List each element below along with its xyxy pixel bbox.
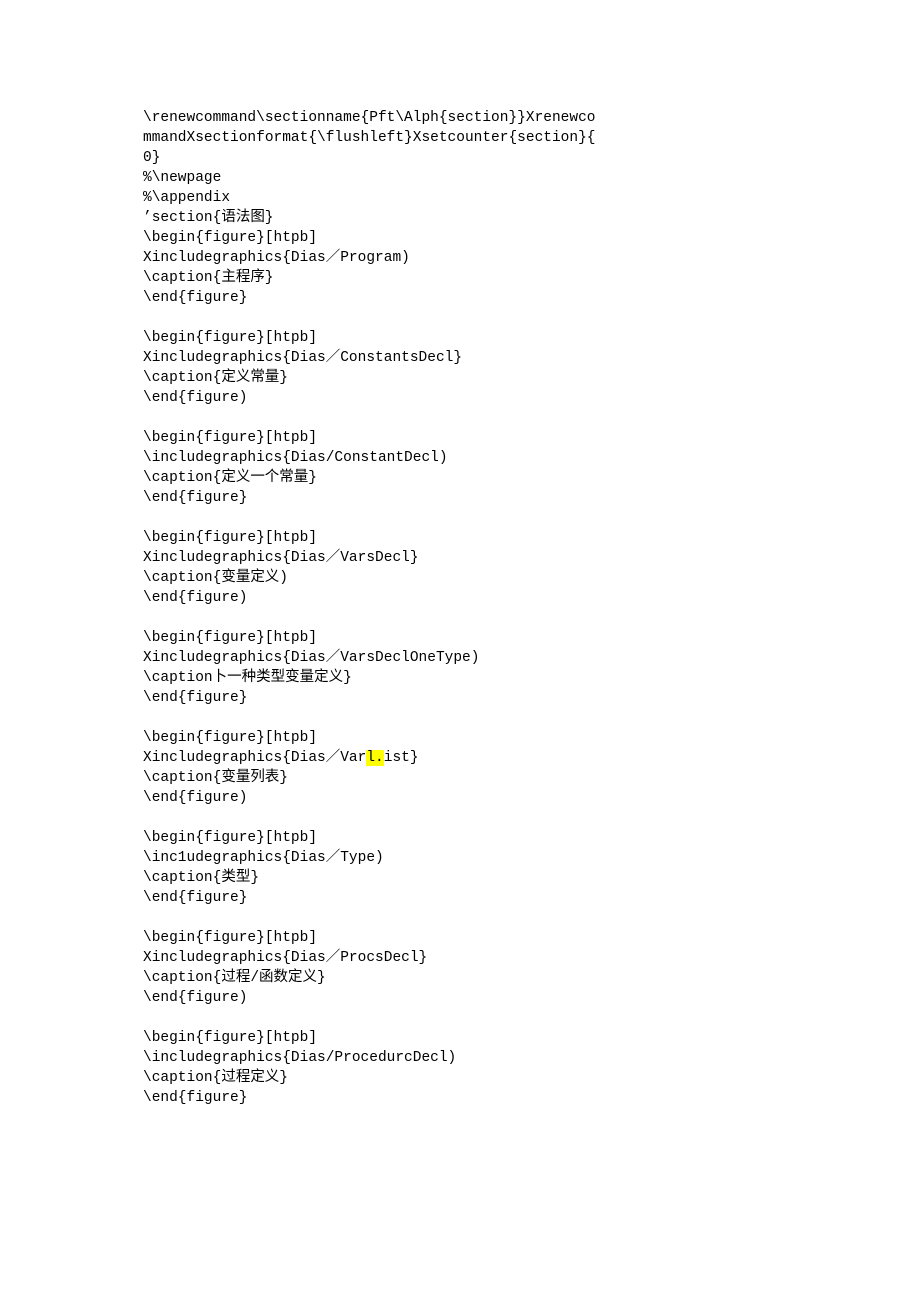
code-block: \begin{figure}[htpb] Xincludegraphics{Dia…	[143, 928, 920, 1008]
code-text: \includegraphics{Dias/ProcedurcDecl)	[143, 1050, 456, 1066]
code-block: \begin{figure}[htpb] \includegraphics{Dia…	[143, 1028, 920, 1108]
code-text: \end{figure}	[143, 290, 247, 306]
code-text: \begin{figure}[htpb]	[143, 230, 317, 246]
code-line: \renewcommand\sectionname{Pft\Alph{secti…	[143, 108, 920, 128]
code-line: \caption{变量列表}	[143, 768, 920, 788]
code-line: Xincludegraphics{Dias／ConstantsDecl}	[143, 348, 920, 368]
code-text: \caption{变量定义)	[143, 570, 288, 586]
code-line: \begin{figure}[htpb]	[143, 628, 920, 648]
code-text: 0}	[143, 150, 160, 166]
code-line: Xincludegraphics{Dias／VarsDeclOneType)	[143, 648, 920, 668]
code-text: \caption{类型}	[143, 870, 259, 886]
code-line: \begin{figure}[htpb]	[143, 328, 920, 348]
code-text: \end{figure)	[143, 790, 247, 806]
code-line: \caption{过程定义}	[143, 1068, 920, 1088]
code-line: \begin{figure}[htpb]	[143, 528, 920, 548]
code-line: mmandXsectionformat{\flushleft}Xsetcount…	[143, 128, 920, 148]
code-line: \caption{类型}	[143, 868, 920, 888]
code-line: \end{figure}	[143, 288, 920, 308]
code-line: Xincludegraphics{Dias／Program)	[143, 248, 920, 268]
code-line: \caption{变量定义)	[143, 568, 920, 588]
code-text: \begin{figure}[htpb]	[143, 730, 317, 746]
code-text: Xincludegraphics{Dias／VarsDecl}	[143, 550, 419, 566]
code-line: \begin{figure}[htpb]	[143, 428, 920, 448]
code-block: \begin{figure}[htpb] Xincludegraphics{Dia…	[143, 328, 920, 408]
code-text: \caption{定义一个常量}	[143, 470, 317, 486]
code-text: \end{figure}	[143, 690, 247, 706]
code-text: \end{figure}	[143, 890, 247, 906]
code-line: \end{figure}	[143, 888, 920, 908]
code-line: \end{figure)	[143, 988, 920, 1008]
code-line: ’section{语法图}	[143, 208, 920, 228]
code-line: \begin{figure}[htpb]	[143, 1028, 920, 1048]
code-line: \caption卜一种类型变量定义}	[143, 668, 920, 688]
code-text: \begin{figure}[htpb]	[143, 930, 317, 946]
code-text: Xincludegraphics{Dias／Var	[143, 750, 366, 766]
document-page: \renewcommand\sectionname{Pft\Alph{secti…	[0, 0, 920, 1248]
code-text: \end{figure)	[143, 990, 247, 1006]
code-text: \caption{过程定义}	[143, 1070, 288, 1086]
code-line: \inc1udegraphics{Dias／Type)	[143, 848, 920, 868]
highlighted-text: l.	[366, 750, 383, 766]
code-line: \caption{主程序}	[143, 268, 920, 288]
code-block: \begin{figure}[htpb] \inc1udegraphics{Dia…	[143, 828, 920, 908]
code-block: \begin{figure}[htpb] Xincludegraphics{Dia…	[143, 628, 920, 708]
code-line: \caption{定义常量}	[143, 368, 920, 388]
code-line: Xincludegraphics{Dias／VarsDecl}	[143, 548, 920, 568]
code-text: \begin{figure}[htpb]	[143, 1030, 317, 1046]
code-line: \caption{定义一个常量}	[143, 468, 920, 488]
code-line: Xincludegraphics{Dias／Varl.ist}	[143, 748, 920, 768]
code-line: \begin{figure}[htpb]	[143, 828, 920, 848]
code-text: %\appendix	[143, 190, 230, 206]
code-text: \caption{过程/函数定义}	[143, 970, 326, 986]
code-line: \end{figure)	[143, 388, 920, 408]
code-text: Xincludegraphics{Dias／Program)	[143, 250, 410, 266]
code-line: \caption{过程/函数定义}	[143, 968, 920, 988]
code-block: \begin{figure}[htpb] \includegraphics{Dia…	[143, 428, 920, 508]
code-block: \begin{figure}[htpb] Xincludegraphics{Dia…	[143, 528, 920, 608]
code-line: %\newpage	[143, 168, 920, 188]
code-text: \begin{figure}[htpb]	[143, 830, 317, 846]
code-text: \begin{figure}[htpb]	[143, 630, 317, 646]
code-text: mmandXsectionformat{\flushleft}Xsetcount…	[143, 130, 595, 146]
code-text: \end{figure}	[143, 490, 247, 506]
code-line: \end{figure}	[143, 488, 920, 508]
code-line: \begin{figure}[htpb]	[143, 728, 920, 748]
code-text: \includegraphics{Dias/ConstantDecl)	[143, 450, 448, 466]
code-line: \begin{figure}[htpb]	[143, 228, 920, 248]
code-line: %\appendix	[143, 188, 920, 208]
code-text: \begin{figure}[htpb]	[143, 330, 317, 346]
code-text: ’section{语法图}	[143, 210, 274, 226]
code-text: \inc1udegraphics{Dias／Type)	[143, 850, 384, 866]
code-line: Xincludegraphics{Dias／ProcsDecl}	[143, 948, 920, 968]
code-text: %\newpage	[143, 170, 221, 186]
code-text: \begin{figure}[htpb]	[143, 530, 317, 546]
code-line: \end{figure)	[143, 588, 920, 608]
code-text: \renewcommand\sectionname{Pft\Alph{secti…	[143, 110, 595, 126]
code-text: \caption卜一种类型变量定义}	[143, 670, 352, 686]
code-line: \end{figure}	[143, 1088, 920, 1108]
code-text: \caption{变量列表}	[143, 770, 288, 786]
code-text: \caption{主程序}	[143, 270, 274, 286]
code-line: 0}	[143, 148, 920, 168]
code-text: \end{figure}	[143, 1090, 247, 1106]
code-block: \renewcommand\sectionname{Pft\Alph{secti…	[143, 108, 920, 308]
code-line: \includegraphics{Dias/ConstantDecl)	[143, 448, 920, 468]
code-line: \begin{figure}[htpb]	[143, 928, 920, 948]
code-line: \end{figure}	[143, 688, 920, 708]
code-text: \end{figure)	[143, 390, 247, 406]
code-text: Xincludegraphics{Dias／ProcsDecl}	[143, 950, 427, 966]
code-text: Xincludegraphics{Dias／ConstantsDecl}	[143, 350, 462, 366]
code-text: ist}	[384, 750, 419, 766]
code-block: \begin{figure}[htpb] Xincludegraphics{Dia…	[143, 728, 920, 808]
code-line: \end{figure)	[143, 788, 920, 808]
code-text: \caption{定义常量}	[143, 370, 288, 386]
code-text: \end{figure)	[143, 590, 247, 606]
code-line: \includegraphics{Dias/ProcedurcDecl)	[143, 1048, 920, 1068]
code-text: \begin{figure}[htpb]	[143, 430, 317, 446]
code-text: Xincludegraphics{Dias／VarsDeclOneType)	[143, 650, 479, 666]
